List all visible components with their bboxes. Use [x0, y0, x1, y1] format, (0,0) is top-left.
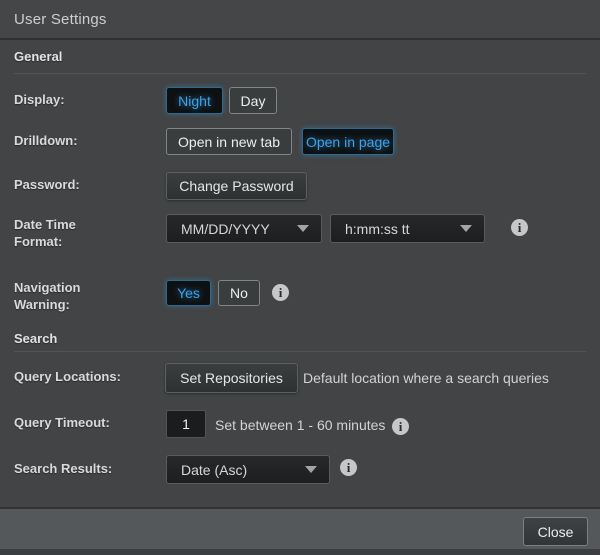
search-results-dropdown[interactable]: Date (Asc)	[166, 455, 330, 484]
time-format-dropdown[interactable]: h:mm:ss tt	[330, 214, 485, 243]
drilldown-new-tab-button[interactable]: Open in new tab	[166, 128, 292, 155]
time-format-value: h:mm:ss tt	[345, 221, 410, 237]
navigation-warning-label: Navigation Warning:	[14, 279, 144, 313]
dialog-title-bar: User Settings	[0, 0, 600, 40]
query-locations-hint: Default location where a search queries	[303, 370, 549, 386]
query-locations-label: Query Locations:	[14, 368, 144, 385]
drilldown-label: Drilldown:	[14, 132, 144, 149]
query-timeout-info-icon[interactable]: i	[392, 418, 409, 435]
navigation-warning-no-button[interactable]: No	[218, 280, 260, 306]
password-label: Password:	[14, 176, 144, 193]
chevron-down-icon	[297, 225, 309, 232]
user-settings-dialog: User Settings General Display: Night Day…	[0, 0, 600, 555]
chevron-down-icon	[305, 466, 317, 473]
date-time-format-label: Date Time Format:	[14, 216, 144, 250]
search-results-info-icon[interactable]: i	[340, 459, 357, 476]
set-repositories-button[interactable]: Set Repositories	[165, 363, 298, 393]
dialog-bottom-edge	[0, 549, 600, 555]
dialog-footer: Close	[0, 507, 600, 549]
section-heading-search: Search	[14, 331, 57, 346]
display-day-button[interactable]: Day	[229, 87, 277, 114]
section-divider	[14, 351, 586, 352]
query-timeout-input[interactable]	[166, 410, 206, 438]
section-divider	[14, 73, 586, 74]
section-heading-general: General	[14, 49, 62, 64]
search-results-value: Date (Asc)	[181, 462, 247, 478]
dialog-title: User Settings	[14, 0, 107, 40]
drilldown-in-page-button[interactable]: Open in page	[302, 128, 394, 155]
close-button[interactable]: Close	[523, 517, 588, 546]
date-format-value: MM/DD/YYYY	[181, 221, 270, 237]
date-format-dropdown[interactable]: MM/DD/YYYY	[166, 214, 322, 243]
query-timeout-label: Query Timeout:	[14, 414, 144, 431]
search-results-label: Search Results:	[14, 460, 144, 477]
date-time-info-icon[interactable]: i	[511, 219, 528, 236]
navigation-warning-yes-button[interactable]: Yes	[166, 280, 211, 306]
chevron-down-icon	[460, 225, 472, 232]
query-timeout-hint: Set between 1 - 60 minutes	[215, 417, 385, 433]
display-label: Display:	[14, 91, 144, 108]
change-password-button[interactable]: Change Password	[166, 172, 307, 200]
display-night-button[interactable]: Night	[166, 87, 223, 114]
navigation-warning-info-icon[interactable]: i	[272, 284, 289, 301]
